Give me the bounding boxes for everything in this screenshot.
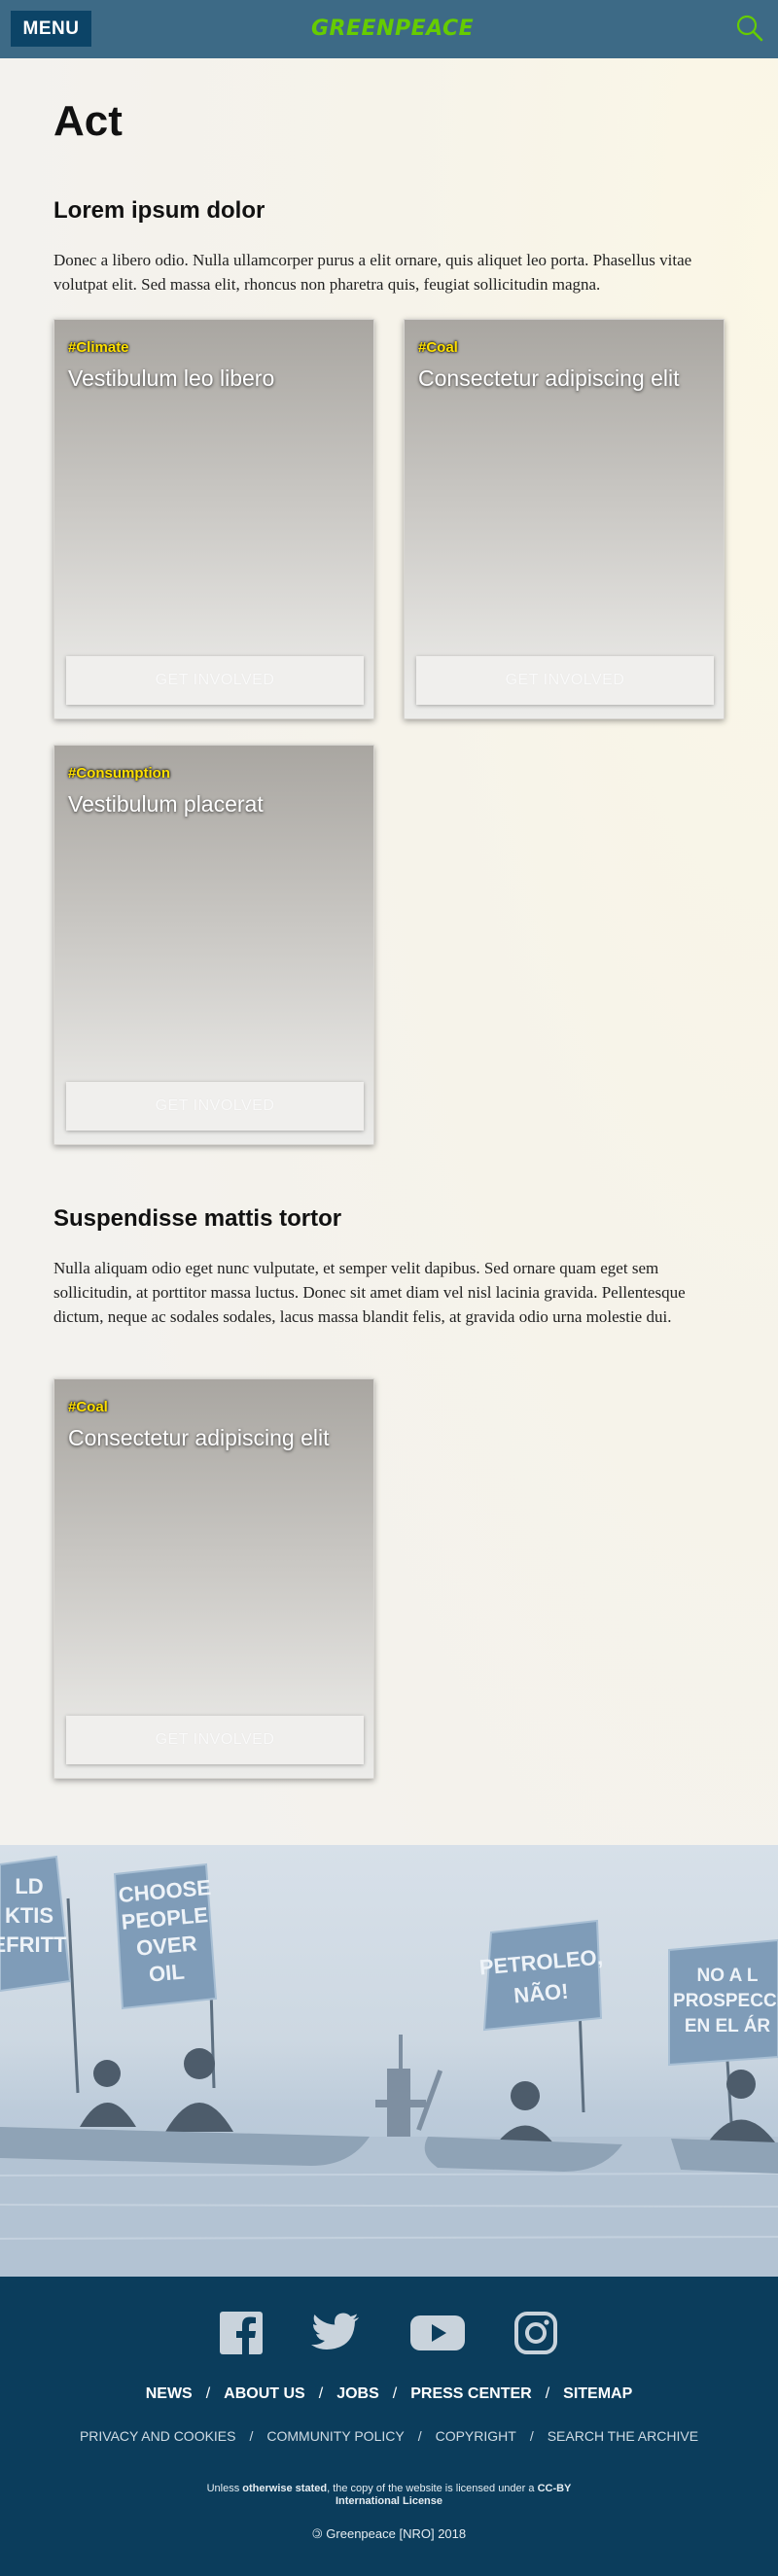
- card-title[interactable]: Vestibulum placerat: [68, 790, 360, 818]
- section-title: Lorem ipsum dolor: [53, 197, 265, 224]
- link-separator: /: [529, 2428, 534, 2444]
- link-separator: /: [417, 2428, 422, 2444]
- license-otherwise-stated: otherwise stated: [242, 2483, 328, 2494]
- svg-text:LD: LD: [15, 1874, 43, 1898]
- nav-separator: /: [392, 2385, 398, 2402]
- protest-illustration: LD KTIS EFRITT CHOOSE PEOPLE OVER OIL PE…: [0, 1855, 778, 2277]
- license-cc-by-link[interactable]: CC-BY: [538, 2483, 572, 2494]
- greenpeace-logo[interactable]: GREENPEACE: [311, 14, 474, 45]
- nav-separator: /: [205, 2385, 211, 2402]
- card-tag[interactable]: #Climate: [68, 339, 129, 356]
- footer-nav-sitemap[interactable]: SITEMAP: [563, 2385, 632, 2402]
- nav-separator: /: [318, 2385, 324, 2402]
- license-international-link[interactable]: International License: [336, 2495, 442, 2507]
- card-title[interactable]: Vestibulum leo libero: [68, 365, 360, 392]
- twitter-icon[interactable]: [311, 2312, 360, 2354]
- footer-link-community-policy[interactable]: COMMUNITY POLICY: [266, 2428, 404, 2444]
- card-tag[interactable]: #Coal: [68, 1399, 108, 1415]
- footer-link-copyright[interactable]: COPYRIGHT: [436, 2428, 516, 2444]
- copyright-notice: 🄯 Greenpeace [NRO] 2018: [311, 2526, 467, 2541]
- card-tag[interactable]: #Consumption: [68, 765, 170, 782]
- card-title[interactable]: Consectetur adipiscing elit: [418, 365, 710, 392]
- get-involved-button[interactable]: GET INVOLVED: [416, 656, 714, 705]
- license-notice: Unless otherwise stated, the copy of the…: [0, 2483, 778, 2508]
- card-tag[interactable]: #Coal: [418, 339, 458, 356]
- instagram-icon[interactable]: [514, 2312, 557, 2354]
- svg-text:PROSPECCI: PROSPECCI: [673, 1991, 778, 2011]
- action-card[interactable]: #Coal Consectetur adipiscing elit GET IN…: [404, 319, 725, 719]
- svg-text:NÃO!: NÃO!: [513, 1979, 569, 2008]
- action-card[interactable]: #Climate Vestibulum leo libero GET INVOL…: [53, 319, 374, 719]
- site-header: MENU GREENPEACE: [0, 0, 778, 58]
- license-prefix: Unless: [206, 2483, 243, 2494]
- action-card[interactable]: #Coal Consectetur adipiscing elit GET IN…: [53, 1378, 374, 1779]
- section-text: Nulla aliquam odio eget nunc vulputate, …: [53, 1259, 686, 1326]
- get-involved-button[interactable]: GET INVOLVED: [66, 1716, 364, 1764]
- svg-text:KTIS: KTIS: [5, 1903, 53, 1928]
- svg-text:OIL: OIL: [148, 1959, 186, 1986]
- footer-nav-news[interactable]: NEWS: [146, 2385, 193, 2402]
- svg-text:NO A L: NO A L: [697, 1966, 759, 1986]
- section-text: Donec a libero odio. Nulla ullamcorper p…: [53, 251, 692, 294]
- search-icon[interactable]: [735, 14, 764, 43]
- footer-nav-jobs[interactable]: JOBS: [336, 2385, 379, 2402]
- action-card[interactable]: #Consumption Vestibulum placerat GET INV…: [53, 745, 374, 1145]
- svg-text:EN EL ÁR: EN EL ÁR: [685, 2015, 771, 2036]
- footer-link-search-archive[interactable]: SEARCH THE ARCHIVE: [548, 2428, 698, 2444]
- protest-photo: LD KTIS EFRITT CHOOSE PEOPLE OVER OIL PE…: [0, 1845, 778, 2277]
- svg-text:EFRITT: EFRITT: [0, 1932, 67, 1957]
- get-involved-button[interactable]: GET INVOLVED: [66, 656, 364, 705]
- get-involved-button[interactable]: GET INVOLVED: [66, 1082, 364, 1131]
- footer-links: PRIVACY AND COOKIES / COMMUNITY POLICY / COP…: [0, 2428, 778, 2444]
- footer-nav: NEWS / ABOUT US / JOBS / PRESS CENTER / SITEMAP: [0, 2385, 778, 2403]
- link-separator: /: [249, 2428, 254, 2444]
- page: MENU GREENPEACE Act Lorem ipsum dolor Do…: [0, 0, 778, 2576]
- menu-button[interactable]: MENU: [11, 11, 91, 47]
- footer-nav-about-us[interactable]: ABOUT US: [224, 2385, 305, 2402]
- footer-nav-press-center[interactable]: PRESS CENTER: [410, 2385, 531, 2402]
- card-title[interactable]: Consectetur adipiscing elit: [68, 1424, 360, 1451]
- nav-separator: /: [545, 2385, 550, 2402]
- license-middle: , the copy of the website is licensed un…: [327, 2483, 538, 2494]
- facebook-icon[interactable]: [220, 2312, 263, 2354]
- site-footer: NEWS / ABOUT US / JOBS / PRESS CENTER / SITEMAP …: [0, 2277, 778, 2576]
- youtube-icon[interactable]: [410, 2312, 465, 2354]
- section-title: Suspendisse mattis tortor: [53, 1205, 342, 1232]
- footer-link-privacy[interactable]: PRIVACY AND COOKIES: [80, 2428, 236, 2444]
- page-title: Act: [53, 97, 123, 145]
